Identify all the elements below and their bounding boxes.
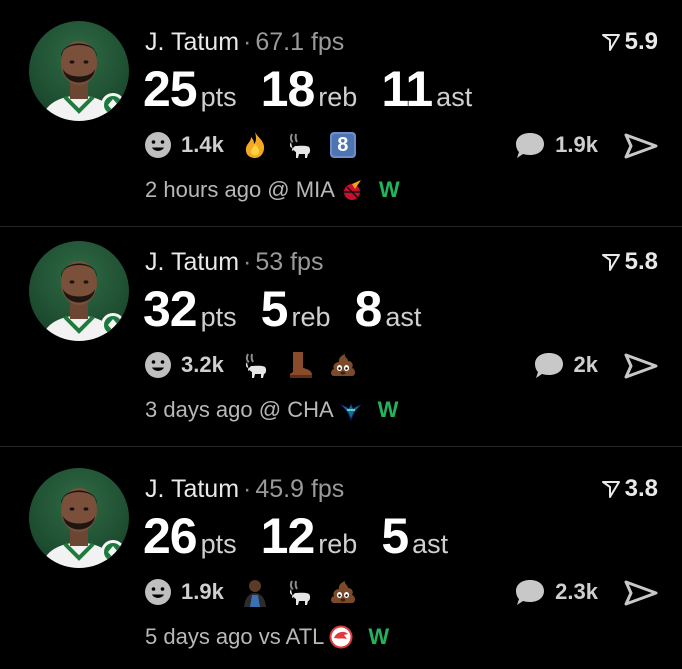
- assists-label: ast: [436, 82, 473, 112]
- smiley-icon[interactable]: [143, 577, 173, 607]
- comment-count: 1.9k: [555, 132, 598, 157]
- rating-value: 5.8: [624, 248, 658, 275]
- assists-value: 8: [354, 281, 383, 337]
- keycap-label: 8: [337, 133, 349, 156]
- smiley-icon[interactable]: [143, 130, 173, 160]
- points-label: pts: [200, 529, 237, 559]
- comments-button[interactable]: 2k: [532, 350, 598, 380]
- points-label: pts: [200, 82, 237, 112]
- player-photo: [29, 468, 129, 568]
- post-card[interactable]: J. Tatum · 67.1 fps 5.9 25 pts 18 reb 11 ast …: [0, 0, 682, 226]
- rebounds-label: reb: [318, 529, 358, 559]
- comment-count: 2.3k: [555, 579, 598, 604]
- rating-icon: [601, 32, 621, 52]
- reaction-count[interactable]: 1.4k: [181, 132, 224, 158]
- goat-emoji[interactable]: [284, 577, 314, 607]
- avatar[interactable]: [29, 468, 129, 568]
- fps-value: 67.1 fps: [255, 28, 345, 56]
- post-header: J. Tatum · 53 fps: [145, 248, 323, 277]
- fps-value: 53 fps: [255, 248, 324, 276]
- fps-value: 45.9 fps: [255, 475, 345, 503]
- reaction-count[interactable]: 1.9k: [181, 579, 224, 605]
- comment-bubble-icon: [513, 577, 547, 607]
- points-value: 32: [143, 281, 198, 337]
- comment-count: 2k: [573, 352, 598, 377]
- rebounds-value: 5: [260, 281, 289, 337]
- game-result: W: [377, 397, 399, 422]
- game-result: W: [378, 177, 400, 202]
- player-name[interactable]: J. Tatum: [145, 248, 239, 276]
- rebounds-value: 18: [260, 61, 316, 117]
- rating: 3.8: [601, 475, 658, 503]
- share-icon[interactable]: [624, 133, 658, 159]
- rebounds-label: reb: [318, 82, 358, 112]
- assists-value: 11: [381, 61, 433, 117]
- reaction-count[interactable]: 3.2k: [181, 352, 224, 378]
- player-photo: [29, 21, 129, 121]
- avatar[interactable]: [29, 21, 129, 121]
- separator: ·: [243, 475, 252, 503]
- rating: 5.9: [601, 28, 658, 56]
- points-value: 26: [143, 508, 198, 564]
- post-card[interactable]: J. Tatum · 53 fps 5.8 32 pts 5 reb 8 ast 3.2k…: [0, 220, 682, 446]
- hornets-logo: [338, 397, 364, 423]
- points-value: 25: [143, 61, 198, 117]
- rating-value: 5.9: [624, 28, 658, 55]
- game-result: W: [368, 624, 390, 649]
- assists-label: ast: [385, 302, 422, 332]
- player-photo: [29, 241, 129, 341]
- rebounds-label: reb: [291, 302, 331, 332]
- fire-emoji[interactable]: [240, 130, 270, 160]
- game-info: 2 hours ago @ MIA W: [145, 177, 400, 203]
- separator: ·: [243, 28, 252, 56]
- poop-emoji[interactable]: [328, 577, 358, 607]
- post-header: J. Tatum · 45.9 fps: [145, 475, 344, 504]
- share-icon[interactable]: [624, 580, 658, 606]
- keycap-8-emoji[interactable]: 8: [328, 130, 358, 160]
- person-emoji[interactable]: [240, 577, 270, 607]
- post-card[interactable]: J. Tatum · 45.9 fps 3.8 26 pts 12 reb 5 ast 1…: [0, 447, 682, 669]
- stat-line: 25 pts 18 reb 11 ast: [143, 60, 496, 118]
- stat-line: 26 pts 12 reb 5 ast: [143, 507, 472, 565]
- game-info: 3 days ago @ CHA W: [145, 397, 398, 423]
- separator: ·: [243, 248, 252, 276]
- comment-bubble-icon: [532, 350, 566, 380]
- rating: 5.8: [601, 248, 658, 276]
- rebounds-value: 12: [260, 508, 316, 564]
- goat-emoji[interactable]: [240, 350, 270, 380]
- share-icon[interactable]: [624, 353, 658, 379]
- reactions-row: 1.4k 8: [143, 130, 372, 160]
- rating-icon: [601, 479, 621, 499]
- reactions-row: 1.9k: [143, 577, 372, 607]
- hawks-logo: [328, 624, 354, 650]
- rating-value: 3.8: [624, 475, 658, 502]
- rating-icon: [601, 252, 621, 272]
- post-header: J. Tatum · 67.1 fps: [145, 28, 344, 57]
- goat-emoji[interactable]: [284, 130, 314, 160]
- smiley-icon[interactable]: [143, 350, 173, 380]
- boot-emoji[interactable]: [284, 350, 314, 380]
- game-info: 5 days ago vs ATL W: [145, 624, 389, 650]
- comments-button[interactable]: 2.3k: [513, 577, 598, 607]
- points-label: pts: [200, 302, 237, 332]
- comment-bubble-icon: [513, 130, 547, 160]
- player-name[interactable]: J. Tatum: [145, 28, 239, 56]
- assists-value: 5: [381, 508, 409, 564]
- reactions-row: 3.2k: [143, 350, 372, 380]
- poop-emoji[interactable]: [328, 350, 358, 380]
- heat-logo: [339, 177, 365, 203]
- stat-line: 32 pts 5 reb 8 ast: [143, 280, 445, 338]
- player-name[interactable]: J. Tatum: [145, 475, 239, 503]
- avatar[interactable]: [29, 241, 129, 341]
- feed: J. Tatum · 67.1 fps 5.9 25 pts 18 reb 11 ast …: [0, 0, 682, 669]
- time-and-opponent: 2 hours ago @ MIA: [145, 177, 335, 202]
- time-and-opponent: 5 days ago vs ATL: [145, 624, 325, 649]
- comments-button[interactable]: 1.9k: [513, 130, 598, 160]
- time-and-opponent: 3 days ago @ CHA: [145, 397, 334, 422]
- assists-label: ast: [412, 529, 449, 559]
